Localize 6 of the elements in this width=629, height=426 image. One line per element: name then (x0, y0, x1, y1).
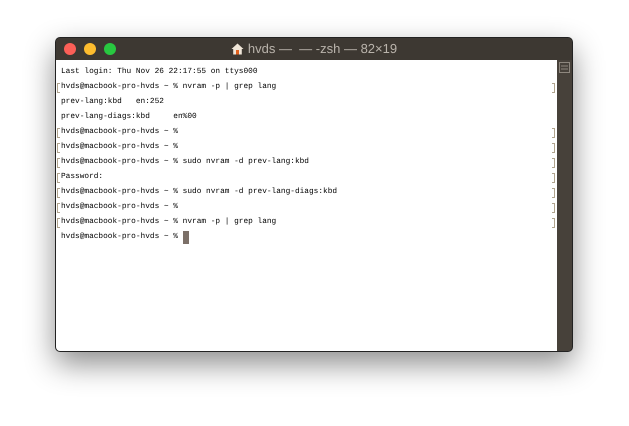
window-title: hvds — — -zsh — 82×19 (248, 40, 398, 58)
split-pane-icon[interactable] (559, 62, 570, 73)
home-icon (230, 43, 244, 55)
close-button[interactable] (64, 43, 76, 55)
zoom-button[interactable] (104, 43, 116, 55)
minimize-button[interactable] (84, 43, 96, 55)
